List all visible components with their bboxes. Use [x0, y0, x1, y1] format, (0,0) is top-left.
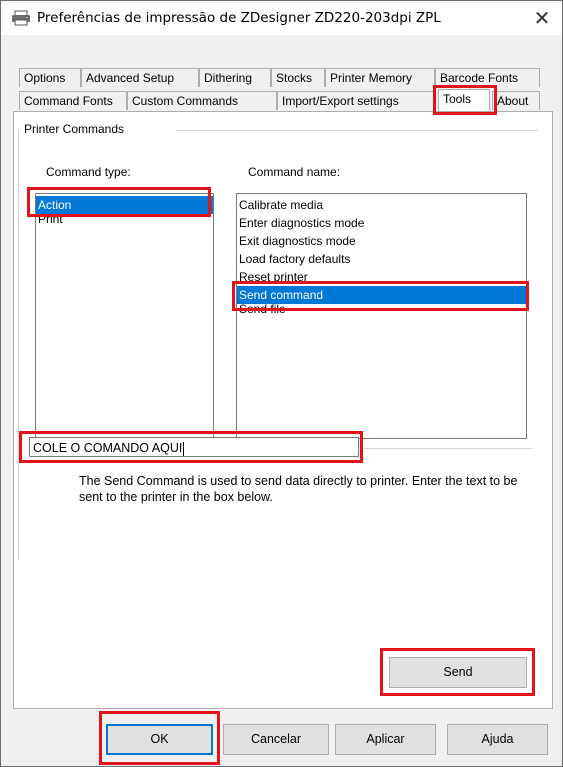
- text-caret: [183, 441, 185, 456]
- tab-dithering[interactable]: Dithering: [199, 68, 271, 87]
- printer-commands-group-label: Printer Commands: [21, 122, 128, 136]
- ok-button[interactable]: OK: [106, 724, 213, 755]
- window-title: Preferências de impressão de ZDesigner Z…: [37, 10, 441, 26]
- command-input[interactable]: COLE O COMANDO AQUI: [29, 437, 359, 457]
- command-type-label: Command type:: [46, 165, 131, 179]
- help-button[interactable]: Ajuda: [447, 724, 548, 755]
- tab-command-fonts[interactable]: Command Fonts: [19, 91, 127, 110]
- printer-icon: [11, 10, 31, 26]
- tab-import-export-settings[interactable]: Import/Export settings: [277, 91, 435, 110]
- tab-about[interactable]: About: [492, 91, 540, 110]
- list-item[interactable]: Print: [36, 210, 213, 228]
- cancel-button[interactable]: Cancelar: [223, 724, 329, 755]
- group-border: [18, 130, 19, 560]
- command-type-list[interactable]: Action Print: [35, 193, 214, 439]
- tab-row-1: Options Advanced Setup Dithering Stocks …: [19, 68, 549, 88]
- tab-tools[interactable]: Tools: [438, 89, 490, 111]
- tab-stocks[interactable]: Stocks: [271, 68, 325, 87]
- list-item[interactable]: Exit diagnostics mode: [237, 232, 526, 250]
- list-item[interactable]: Load factory defaults: [237, 250, 526, 268]
- command-name-list[interactable]: Calibrate media Enter diagnostics mode E…: [236, 193, 527, 439]
- tab-advanced-setup[interactable]: Advanced Setup: [81, 68, 199, 87]
- printing-preferences-window: Preferências de impressão de ZDesigner Z…: [0, 0, 563, 767]
- list-item[interactable]: Send file: [237, 300, 526, 318]
- list-item[interactable]: Enter diagnostics mode: [237, 214, 526, 232]
- apply-button[interactable]: Aplicar: [335, 724, 436, 755]
- command-description: The Send Command is used to send data di…: [79, 474, 518, 504]
- group-border-top: [176, 130, 538, 131]
- send-button[interactable]: Send: [389, 657, 527, 688]
- tab-row-2: Command Fonts Custom Commands Import/Exp…: [19, 89, 549, 111]
- list-item[interactable]: Calibrate media: [237, 196, 526, 214]
- title-bar: Preferências de impressão de ZDesigner Z…: [1, 1, 562, 35]
- command-input-value: COLE O COMANDO AQUI: [33, 441, 183, 455]
- tab-barcode-fonts[interactable]: Barcode Fonts: [435, 68, 540, 87]
- command-name-label: Command name:: [248, 165, 341, 179]
- close-button[interactable]: ✕: [528, 7, 556, 31]
- tab-custom-commands[interactable]: Custom Commands: [127, 91, 277, 110]
- description-group-border: [357, 448, 533, 449]
- list-item[interactable]: Reset printer: [237, 268, 526, 286]
- tab-printer-memory[interactable]: Printer Memory: [325, 68, 435, 87]
- tab-options[interactable]: Options: [19, 68, 81, 87]
